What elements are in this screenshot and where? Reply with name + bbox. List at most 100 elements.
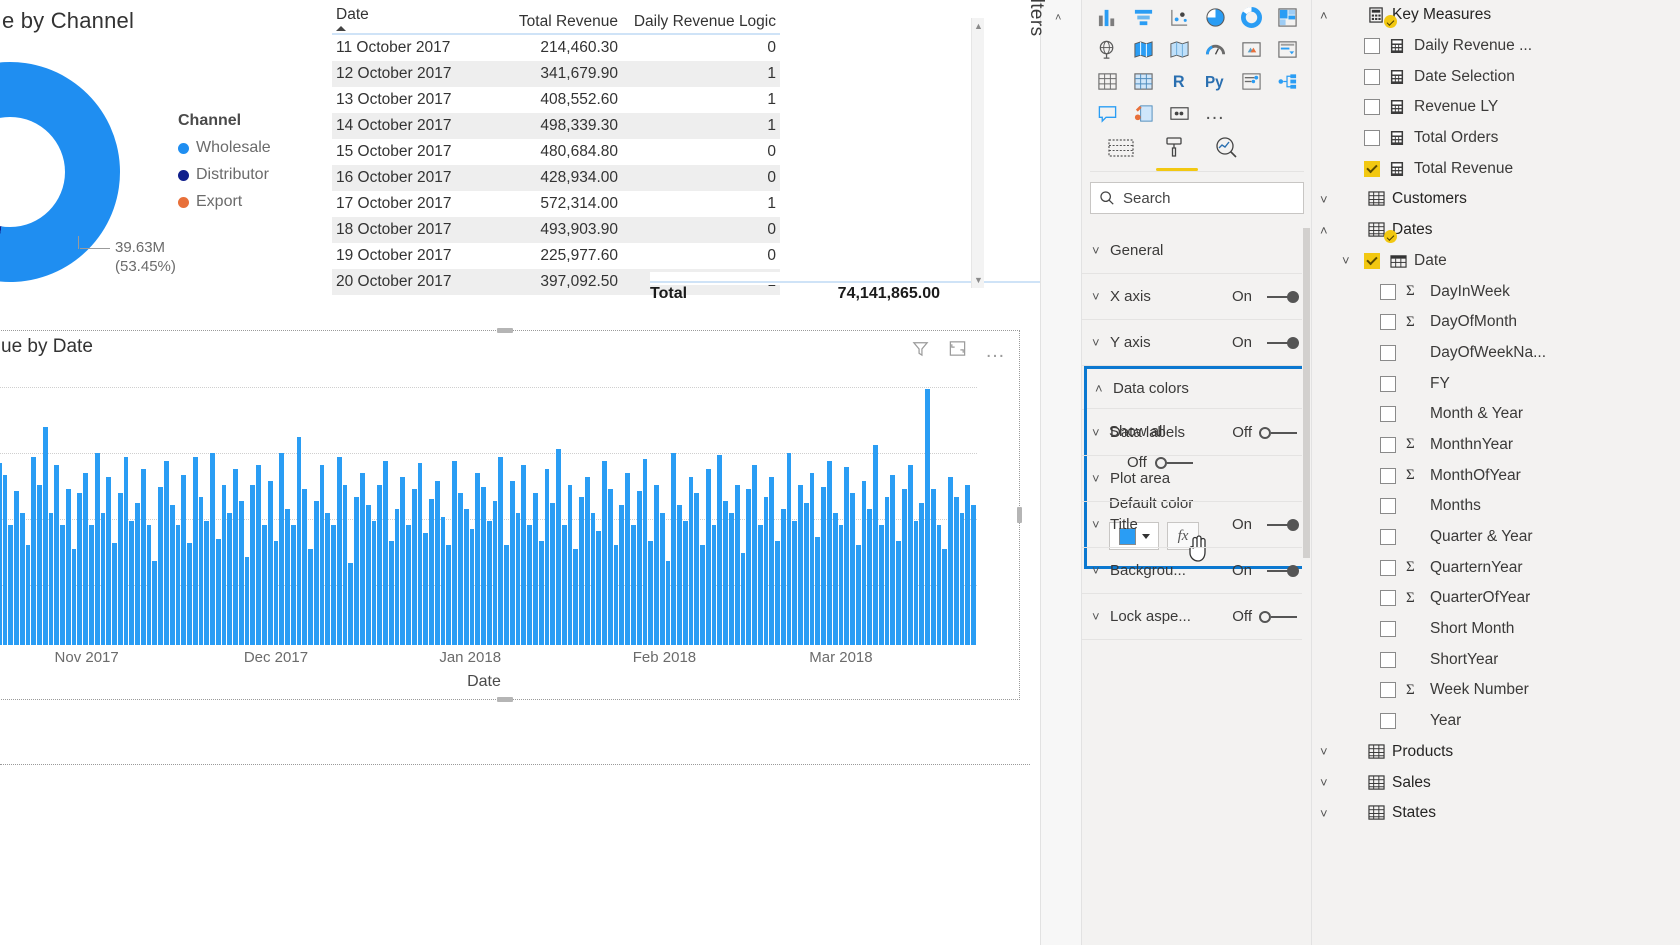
- visualization-type-grid[interactable]: R Py…: [1090, 2, 1304, 128]
- field-checkbox[interactable]: [1364, 252, 1380, 269]
- table-row[interactable]: 18 October 2017 493,903.90 0: [332, 217, 780, 243]
- more-options-icon[interactable]: …: [985, 341, 1005, 361]
- bar[interactable]: [798, 485, 803, 645]
- bar[interactable]: [204, 521, 210, 645]
- field-checkbox[interactable]: [1364, 160, 1380, 177]
- bar[interactable]: [821, 487, 827, 645]
- filter-icon[interactable]: [911, 339, 930, 363]
- filters-pane-collapsed[interactable]: ˄ ilters: [1026, 0, 1082, 945]
- data-labels-toggle-group[interactable]: Off: [1232, 424, 1299, 441]
- table-visual[interactable]: Date Total Revenue Daily Revenue Logic 1…: [318, 0, 1040, 316]
- field-checkbox[interactable]: [1380, 713, 1396, 730]
- slicer-icon[interactable]: [1270, 34, 1304, 64]
- bar[interactable]: [590, 513, 596, 645]
- bar[interactable]: [786, 453, 792, 645]
- bar[interactable]: [694, 493, 700, 645]
- bar[interactable]: [221, 485, 227, 645]
- bar[interactable]: [890, 475, 896, 645]
- bar[interactable]: [89, 525, 94, 645]
- bar[interactable]: [682, 521, 688, 645]
- bar[interactable]: [348, 563, 354, 645]
- bar[interactable]: [54, 465, 60, 645]
- chevron-down-icon[interactable]: ˅: [1320, 744, 1342, 759]
- bar[interactable]: [705, 469, 711, 645]
- field-checkbox[interactable]: [1380, 529, 1396, 546]
- bar[interactable]: [452, 461, 458, 645]
- bar[interactable]: [267, 481, 273, 645]
- chevron-up-icon[interactable]: ˄: [1320, 8, 1342, 23]
- bar[interactable]: [619, 505, 625, 645]
- bar[interactable]: [238, 501, 244, 645]
- table-row[interactable]: 11 October 2017 214,460.30 0: [332, 34, 780, 61]
- bar[interactable]: [65, 489, 71, 645]
- field-checkbox[interactable]: [1380, 651, 1396, 668]
- table-row[interactable]: 15 October 2017 480,684.80 0: [332, 139, 780, 165]
- field-item-month-year[interactable]: Month & Year: [1312, 399, 1680, 430]
- bar[interactable]: [659, 513, 665, 645]
- format-pane-scrollbar-thumb[interactable]: [1303, 228, 1310, 558]
- bar-series[interactable]: [0, 373, 977, 645]
- bar[interactable]: [336, 457, 342, 645]
- bar[interactable]: [429, 499, 434, 645]
- bar[interactable]: [60, 525, 65, 645]
- table-row[interactable]: 19 October 2017 225,977.60 0: [332, 243, 780, 269]
- lock-aspect-toggle[interactable]: [1259, 610, 1299, 623]
- bar[interactable]: [948, 477, 953, 645]
- bar[interactable]: [446, 545, 452, 645]
- bar[interactable]: [406, 525, 411, 645]
- field-item-states[interactable]: ˅ States: [1312, 798, 1680, 829]
- bar[interactable]: [296, 437, 302, 645]
- bar[interactable]: [0, 463, 2, 645]
- bar[interactable]: [884, 497, 890, 645]
- bar[interactable]: [71, 549, 77, 645]
- bar[interactable]: [423, 533, 429, 645]
- bar[interactable]: [700, 545, 705, 645]
- table-row[interactable]: 13 October 2017 408,552.60 1: [332, 87, 780, 113]
- bar[interactable]: [930, 489, 936, 645]
- title-toggle-group[interactable]: On: [1232, 516, 1299, 533]
- bar[interactable]: [227, 513, 233, 645]
- bar[interactable]: [273, 541, 279, 645]
- bar[interactable]: [481, 487, 486, 645]
- bar[interactable]: [596, 531, 602, 645]
- fields-pane[interactable]: ˄ Key Measures Daily Revenue ... Date Selec…: [1312, 0, 1680, 945]
- bar[interactable]: [740, 553, 746, 645]
- format-tab[interactable]: [1156, 136, 1198, 171]
- globe-map-icon[interactable]: [1090, 34, 1124, 64]
- bar[interactable]: [677, 505, 682, 645]
- table-row[interactable]: 16 October 2017 428,934.00 0: [332, 165, 780, 191]
- bar[interactable]: [919, 503, 925, 645]
- field-item-quarterofyear[interactable]: Σ QuarterOfYear: [1312, 583, 1680, 614]
- bar[interactable]: [896, 541, 901, 645]
- fields-tab[interactable]: [1108, 138, 1134, 171]
- bar[interactable]: [140, 469, 146, 645]
- bar[interactable]: [936, 525, 942, 645]
- field-checkbox[interactable]: [1380, 467, 1396, 484]
- bar[interactable]: [584, 477, 590, 645]
- data-colors-header[interactable]: ˄ Data colors: [1087, 369, 1307, 409]
- smart-narrative-icon[interactable]: [1126, 98, 1160, 128]
- bar[interactable]: [729, 513, 734, 645]
- analytics-tab[interactable]: [1214, 136, 1238, 171]
- table-scrollbar[interactable]: ▲ ▼: [971, 18, 984, 288]
- legend-item-distributor[interactable]: Distributor: [178, 166, 271, 184]
- bar[interactable]: [360, 473, 365, 645]
- chevron-down-icon[interactable]: ˅: [1320, 806, 1342, 821]
- field-item-dayinweek[interactable]: Σ DayInWeek: [1312, 276, 1680, 307]
- key-influencers-icon[interactable]: [1234, 66, 1268, 96]
- chevron-down-icon[interactable]: ˅: [1320, 775, 1342, 790]
- bar[interactable]: [711, 525, 717, 645]
- bar[interactable]: [256, 465, 261, 645]
- column-header-date[interactable]: Date: [332, 0, 492, 35]
- bar[interactable]: [117, 493, 123, 645]
- field-checkbox[interactable]: [1380, 498, 1396, 515]
- field-item-year[interactable]: Year: [1312, 706, 1680, 737]
- bar[interactable]: [607, 489, 613, 645]
- bar[interactable]: [285, 509, 290, 645]
- bar[interactable]: [815, 537, 821, 645]
- bar[interactable]: [181, 475, 187, 645]
- bar[interactable]: [83, 473, 89, 645]
- bar[interactable]: [550, 503, 556, 645]
- bar[interactable]: [175, 525, 181, 645]
- y-axis-toggle-group[interactable]: On: [1232, 334, 1299, 351]
